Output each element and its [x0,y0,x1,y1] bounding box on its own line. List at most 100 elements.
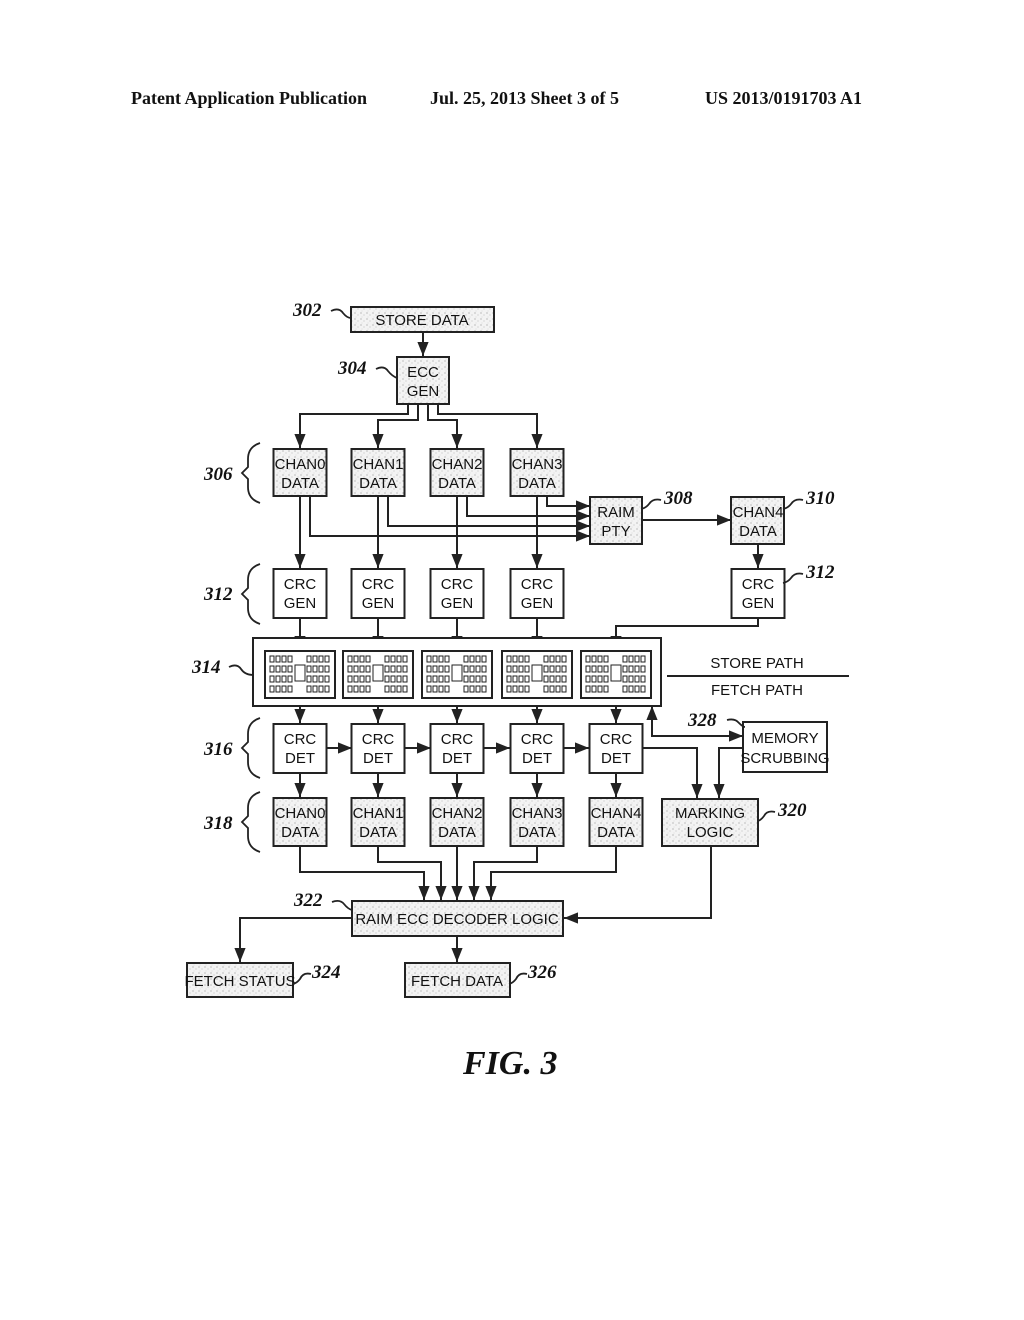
marking-logic-label-2: LOGIC [687,824,734,841]
ref-324: 324 [311,962,341,983]
raim-pty-block: RAIM PTY [589,496,643,545]
crc-gen-1-block: CRC GEN [350,568,406,619]
fetch-status-block: FETCH STATUS [184,962,296,998]
marking-logic-label-1: MARKING [675,805,745,822]
figure-caption: FIG. 3 [462,1045,557,1082]
ecc-gen-label-2: GEN [407,383,440,400]
chan4-store-block: CHAN4 DATA [730,496,785,545]
leader-310 [782,498,804,510]
crc-gen-2-block-label-1: CRC [441,576,474,593]
ref-316: 316 [203,739,233,760]
crc-gen-3-block-label-2: GEN [521,595,554,612]
ref-302: 302 [292,300,322,321]
ref-306: 306 [203,464,233,485]
leader-308 [640,498,662,510]
crc-det-0-block-label-2: DET [285,750,315,767]
crc-det-0-block: CRC DET [272,723,328,774]
crc-gen-4-block-label-1: CRC [742,576,775,593]
crc-det-0-block-label-1: CRC [284,731,317,748]
crc-gen-0-block-label-2: GEN [284,595,317,612]
crc-det-2-block-label-1: CRC [441,731,474,748]
wire-ecc-to-chan0 [294,404,409,448]
wire-chan3-to-raim [546,496,590,512]
wire-ecc-to-chan2 [427,404,463,448]
store-chan0-block-label-1: CHAN0 [275,456,326,473]
store-data-block: STORE DATA [350,306,495,333]
store-chan1-block-label-1: CHAN1 [353,456,404,473]
fetch-chan2-block: CHAN2 DATA [429,797,485,847]
crc-gen-3-block: CRC GEN [509,568,565,619]
brace-316 [240,717,261,779]
ecc-gen-label-1: ECC [407,364,439,381]
fetch-chan3-block: CHAN3 DATA [509,797,565,847]
memory-block [252,637,662,707]
crc-det-2-block: CRC DET [429,723,485,774]
brace-318 [240,791,261,853]
fetch-path-label: FETCH PATH [711,682,803,699]
wire-scrub-to-marking [713,747,743,798]
raim-ecc-decoder-block: RAIM ECC DECODER LOGIC [351,900,564,937]
brace-312 [240,563,261,625]
leader-326 [508,972,528,985]
leader-314 [228,664,254,676]
wire-chan4-to-decoder [485,846,617,900]
ref-318: 318 [203,813,233,834]
wire-ecc-to-chan1 [372,404,419,448]
fetch-chan1-block: CHAN1 DATA [350,797,406,847]
store-chan1-block-label-2: DATA [359,475,397,492]
wire-ecc-to-chan3 [437,404,543,448]
wire-decoder-to-status [234,917,352,962]
fetch-channel-blocks: CHAN0DATACHAN1DATACHAN2DATACHAN3DATACHAN… [272,797,644,847]
memory-chip-4 [580,650,652,699]
wire-marking-to-decoder [564,846,712,924]
fetch-chan3-block-label-1: CHAN3 [512,805,563,822]
fetch-chan2-block-label-1: CHAN2 [432,805,483,822]
crc-gen-blocks: CRC GEN CRC GEN CRC GEN CRC GEN CRC GEN [272,568,786,619]
ref-310: 310 [805,488,835,509]
memory-chip-2 [421,650,493,699]
chan4-store-label-1: CHAN4 [733,504,784,521]
crc-det-3-block-label-2: DET [522,750,552,767]
chan4-store-label-2: DATA [739,523,777,540]
store-chan2-block-label-1: CHAN2 [432,456,483,473]
ecc-gen-block: ECC GEN [396,356,450,405]
memory-scrubbing-block: MEMORY SCRUBBING [740,721,830,773]
crc-det-3-block-label-1: CRC [521,731,554,748]
crc-gen-1-block-label-1: CRC [362,576,395,593]
memory-chip-1 [342,650,414,699]
crc-det-4-block-label-1: CRC [600,731,633,748]
crc-gen-3-block-label-1: CRC [521,576,554,593]
store-chan0-block-label-2: DATA [281,475,319,492]
raim-pty-label-2: PTY [601,523,630,540]
crc-gen-2-block-label-2: GEN [441,595,474,612]
crc-det-4-block: CRC DET [588,723,644,774]
marking-logic-block: MARKING LOGIC [661,798,759,847]
store-chan2-block-label-2: DATA [438,475,476,492]
leader-304 [375,366,398,379]
ref-314: 314 [191,657,221,678]
fetch-chan4-block: CHAN4 DATA [588,797,644,847]
store-chan2-block: CHAN2 DATA [429,448,485,497]
ref-326: 326 [527,962,557,983]
memory-chip-3 [501,650,573,699]
fetch-chan0-block-label-1: CHAN0 [275,805,326,822]
crc-gen-1-block-label-2: GEN [362,595,395,612]
crc-gen-4-block-label-2: GEN [742,595,775,612]
store-chan0-block: CHAN0 DATA [272,448,328,497]
crc-gen-0-block: CRC GEN [272,568,328,619]
fetch-data-label: FETCH DATA [411,973,503,990]
ref-322: 322 [293,890,323,911]
crc-det-4-block-label-2: DET [601,750,631,767]
store-path-label: STORE PATH [710,655,803,672]
leader-312 [782,572,804,584]
raim-diagram: STORE DATA ECC GEN CHAN0DATACHAN1DATACHA… [184,300,849,1082]
ref-312-single: 312 [805,562,835,583]
ref-304: 304 [337,358,367,379]
fetch-chan0-block-label-2: DATA [281,824,319,841]
store-channel-blocks: CHAN0 DATA CHAN1 DATA CHAN2 DATA CHAN3 DATA [272,448,565,497]
store-chan3-block: CHAN3 DATA [509,448,565,497]
fetch-chan1-block-label-1: CHAN1 [353,805,404,822]
memory-scrubbing-label-2: SCRUBBING [740,750,829,767]
crc-det-1-block-label-1: CRC [362,731,395,748]
crc-gen-2-block: CRC GEN [429,568,485,619]
